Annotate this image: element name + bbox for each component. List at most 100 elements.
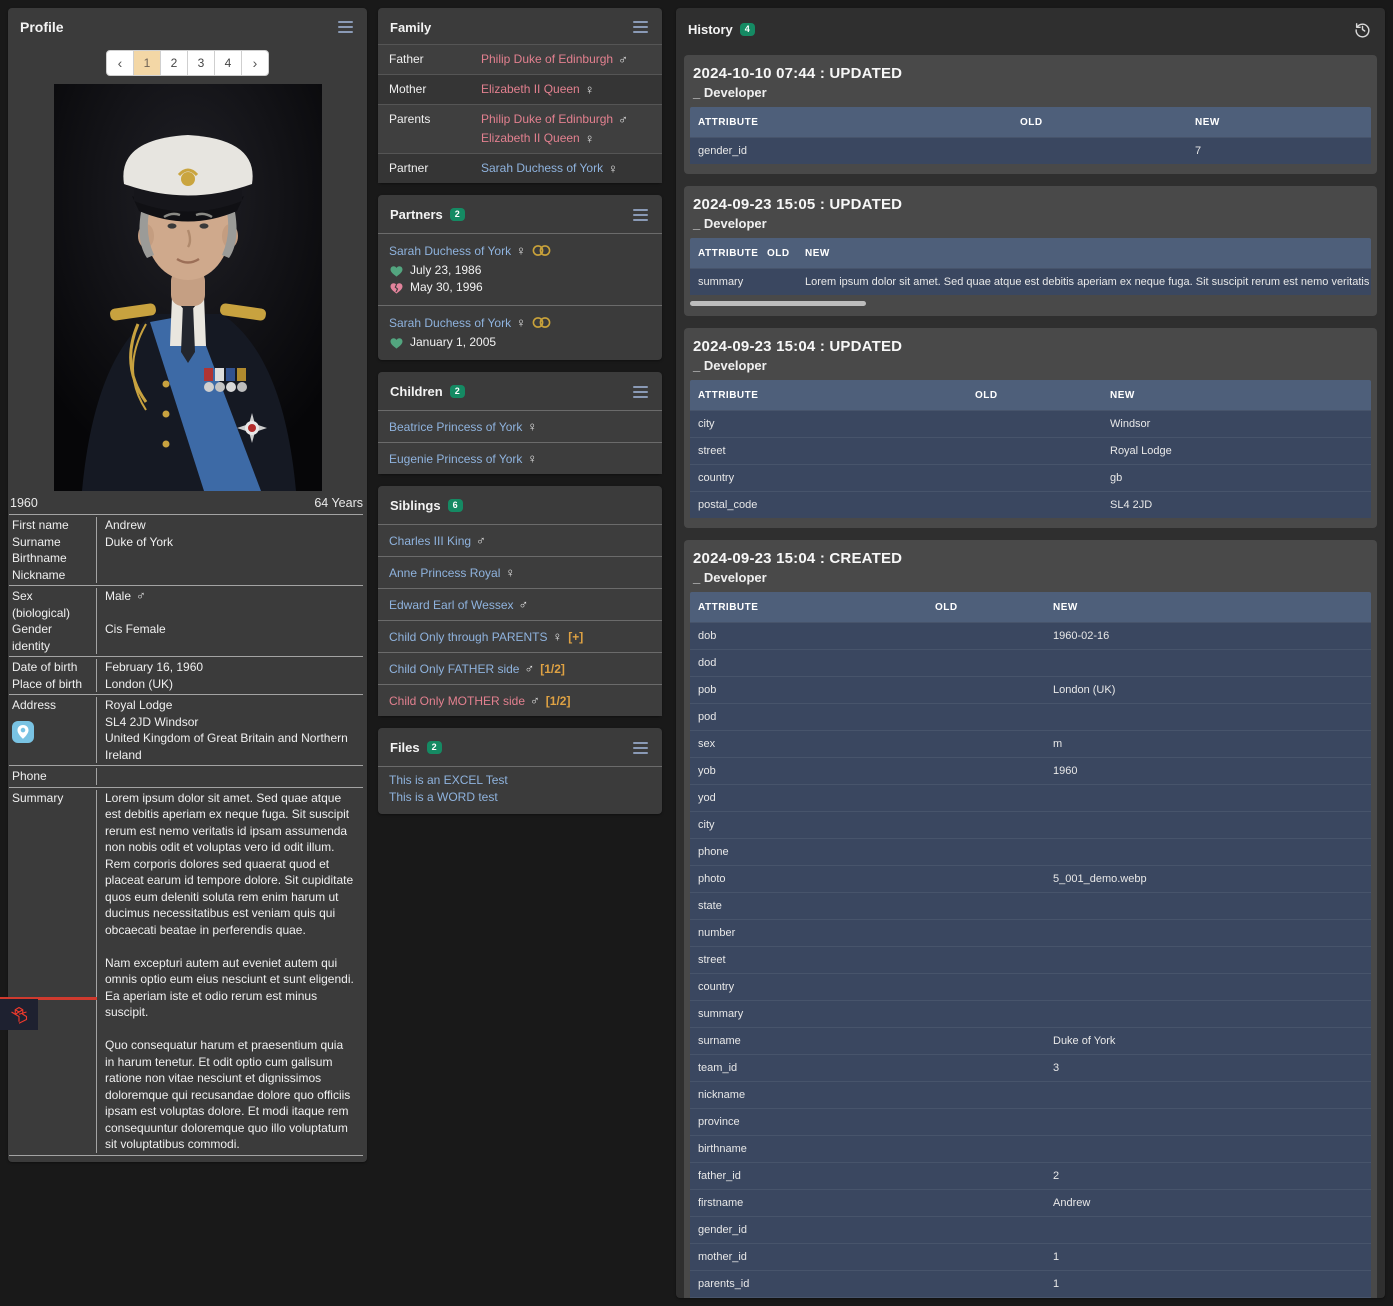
profile-photo[interactable] [54,84,322,491]
table-row: mother_id 1 [690,1243,1371,1270]
table-row: nickname [690,1081,1371,1108]
pagination-prev-button[interactable]: ‹ [106,50,134,76]
person-link[interactable]: Philip Duke of Edinburgh [481,51,613,68]
person-link[interactable]: Anne Princess Royal [389,566,500,580]
pagination-next-button[interactable]: › [241,50,269,76]
cell-attribute: mother_id [690,1251,927,1263]
relation-badge: [1/2] [546,694,571,708]
person-link[interactable]: Elizabeth II Queen [481,81,580,98]
profile-field-row: Gender identity Cis Female [9,621,363,654]
person-link[interactable]: Sarah Duchess of York [389,244,511,258]
pagination-page-button[interactable]: 2 [160,50,188,76]
person-link[interactable]: Philip Duke of Edinburgh [481,111,613,128]
table-row: father_id 2 [690,1162,1371,1189]
partner-events: July 23, 1986 May 30, 1996 [389,262,651,296]
files-panel: Files2 This is an EXCEL Test This is a W… [378,728,662,814]
file-link[interactable]: This is an EXCEL Test [389,772,651,789]
gender-icon: ♀ [585,130,595,147]
pagination-page-button[interactable]: 1 [133,50,161,76]
map-pin-icon[interactable] [12,721,34,743]
cell-attribute: street [690,954,927,966]
history-table-header: ATTRIBUTE OLD NEW [690,380,1371,410]
cell-attribute: postal_code [690,499,967,511]
siblings-title-wrap: Siblings6 [390,497,463,515]
history-table: ATTRIBUTE OLD NEW gender_id 7 [690,107,1371,164]
partner-event: July 23, 1986 [389,262,651,279]
profile-field-group: First name Andrew Surname [9,515,363,586]
profile-field-group: Sex (biological) Male♂ Gender identity [9,586,363,657]
person-link[interactable]: Sarah Duchess of York [389,316,511,330]
hamburger-icon[interactable] [631,384,650,400]
relation-people: Elizabeth II Queen ♀ [481,81,651,98]
family-row: Mother Elizabeth II Queen ♀ [378,74,662,104]
cell-new: 2 [1045,1170,1371,1182]
cell-attribute: street [690,445,967,457]
hamburger-icon[interactable] [336,19,355,35]
history-header: History4 [676,8,1385,49]
heart-start-icon [390,265,403,277]
person-link[interactable]: Child Only MOTHER side [389,694,525,708]
hamburger-icon[interactable] [631,207,650,223]
siblings-count-badge: 6 [448,499,463,512]
family-row: Father Philip Duke of Edinburgh ♂ [378,44,662,74]
person-link[interactable]: Child Only FATHER side [389,662,519,676]
person: Philip Duke of Edinburgh ♂ [481,51,651,68]
field-label-cell: Birthname [9,550,96,567]
relation-label: Parents [389,111,481,128]
person: Elizabeth II Queen ♀ [481,81,651,98]
cell-new: Lorem ipsum dolor sit amet. Sed quae atq… [797,276,1371,288]
debugbar-toggle-button[interactable] [0,999,38,1030]
profile-field-group: Date of birth February 16, 1960 Place of… [9,657,363,695]
profile-field-row: Sex (biological) Male♂ [9,588,363,621]
wedding-rings-icon [532,244,551,257]
field-label-cell: Surname [9,534,96,551]
hamburger-icon[interactable] [631,740,650,756]
field-label-cell: Nickname [9,567,96,584]
partners-title: Partners [390,207,443,222]
table-row: firstname Andrew [690,1189,1371,1216]
family-row: Parents Philip Duke of Edinburgh ♂ Eliza… [378,104,662,153]
person-link[interactable]: Elizabeth II Queen [481,130,580,147]
history-table: ATTRIBUTE OLD NEW summary Lorem ipsum do… [690,238,1371,306]
list-item: Child Only MOTHER side ♂ [1/2] [378,684,662,716]
cell-attribute: summary [690,276,759,288]
gender-icon: ♀ [516,315,526,330]
col-attribute: ATTRIBUTE [690,602,927,613]
history-entry: 2024-09-23 15:05 : UPDATED _ Developer A… [684,186,1377,316]
person: Philip Duke of Edinburgh ♂ [481,111,651,128]
file-link[interactable]: This is a WORD test [389,789,651,806]
gender-icon: ♀ [527,451,537,466]
profile-field-row: First name Andrew [9,517,363,534]
history-table: ATTRIBUTE OLD NEW dob 1960-02-16 [690,592,1371,1298]
field-value-cell: Royal Lodge SL4 2JD Windsor United Kingd… [96,697,363,763]
person-link[interactable]: Eugenie Princess of York [389,452,522,466]
person-link[interactable]: Charles III King [389,534,471,548]
person-link[interactable]: Sarah Duchess of York [481,160,603,177]
cell-attribute: firstname [690,1197,927,1209]
person-link[interactable]: Beatrice Princess of York [389,420,522,434]
person-link[interactable]: Child Only through PARENTS [389,630,548,644]
profile-field-group: Phone [9,766,363,788]
cell-attribute: parents_id [690,1278,927,1290]
field-value-cell: Andrew [96,517,363,534]
cell-attribute: yod [690,792,927,804]
field-value-cell: London (UK) [96,676,363,693]
list-item: Child Only through PARENTS ♀ [+] [378,620,662,652]
history-icon[interactable] [1352,19,1373,40]
cell-new: Royal Lodge [1102,445,1371,457]
cell-new: 7 [1187,145,1371,157]
horizontal-scrollbar[interactable] [690,301,1367,306]
person-link[interactable]: Edward Earl of Wessex [389,598,514,612]
pagination-page-button[interactable]: 3 [187,50,215,76]
col-attribute: ATTRIBUTE [690,390,967,401]
history-count-badge: 4 [740,23,755,36]
table-row: dod [690,649,1371,676]
hamburger-icon[interactable] [631,19,650,35]
col-new: NEW [1187,117,1371,128]
cell-new: 1960 [1045,765,1371,777]
cell-attribute: phone [690,846,927,858]
cell-attribute: city [690,418,967,430]
pagination-page-button[interactable]: 4 [214,50,242,76]
cell-attribute: pob [690,684,927,696]
table-row: postal_code SL4 2JD [690,491,1371,518]
